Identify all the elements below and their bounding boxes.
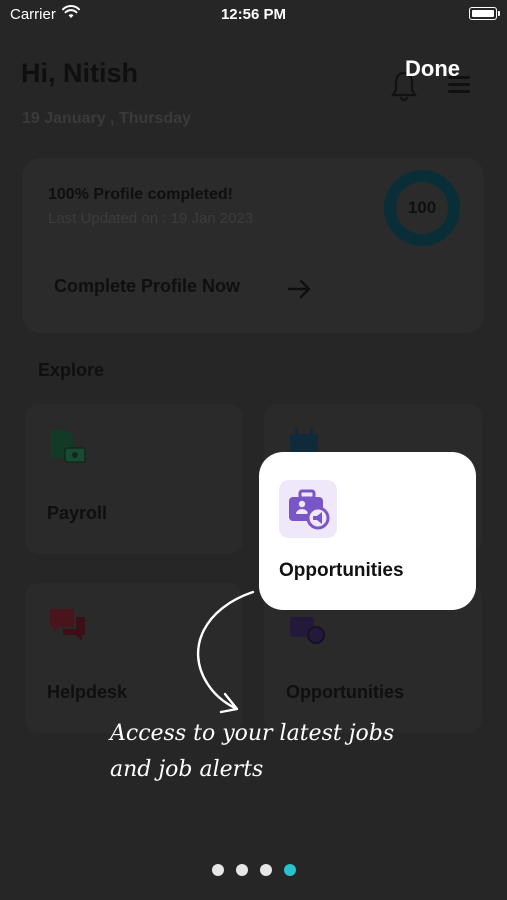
opportunities-icon	[290, 617, 325, 644]
onboarding-page-indicator	[0, 864, 507, 876]
last-updated: Last Updated on : 19 Jan 2023	[48, 210, 254, 227]
status-bar: Carrier 12:56 PM	[0, 0, 507, 28]
page-dot[interactable]	[259, 864, 272, 876]
page-dot[interactable]	[211, 864, 224, 876]
curved-arrow-icon	[196, 590, 255, 714]
progress-value: 100	[407, 198, 437, 217]
date-label: 19 January , Thursday	[22, 110, 191, 127]
highlight-label: Opportunities	[279, 560, 404, 581]
helpdesk-icon	[50, 609, 85, 641]
greeting: Hi, Nitish	[21, 58, 139, 88]
page-dot[interactable]	[235, 864, 248, 876]
tile-label: Payroll	[47, 503, 108, 523]
highlighted-opportunities-card[interactable]: Opportunities	[259, 452, 476, 610]
clock: 12:56 PM	[220, 6, 287, 23]
done-button[interactable]: Done	[405, 56, 460, 82]
profile-card: 100% Profile completed! Last Updated on …	[22, 158, 484, 333]
arrow-right-icon[interactable]	[287, 278, 313, 300]
payroll-tile[interactable]: Payroll	[25, 404, 243, 554]
briefcase-megaphone-icon	[289, 489, 330, 530]
battery-icon	[469, 7, 500, 20]
complete-profile-button[interactable]: Complete Profile Now	[54, 276, 240, 297]
profile-status: 100% Profile completed!	[48, 186, 233, 203]
page-dot-active[interactable]	[283, 864, 296, 876]
payroll-icon	[51, 430, 86, 463]
tile-label: Opportunities	[286, 682, 404, 702]
coach-mark-hint: Access to your latest jobs and job alert…	[110, 721, 395, 782]
tile-label: Helpdesk	[47, 682, 128, 702]
opportunities-icon-box	[279, 480, 337, 538]
explore-heading: Explore	[38, 360, 105, 380]
profile-progress-ring: 100	[384, 170, 460, 246]
